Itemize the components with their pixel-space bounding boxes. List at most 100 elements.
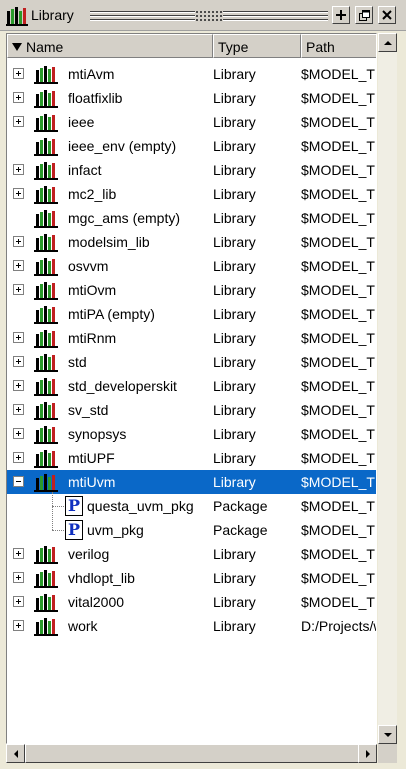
row-type: Library xyxy=(213,258,256,274)
library-books-icon xyxy=(33,280,61,300)
tree-row[interactable]: mgc_ams (empty) Library $MODEL_TECH/../mgc… xyxy=(7,206,376,230)
vertical-scrollbar[interactable] xyxy=(378,33,397,744)
tree-row[interactable]: vital2000 Library $MODEL_TECH/../vital2000 xyxy=(7,590,376,614)
window-title: Library xyxy=(31,7,74,23)
row-path: $MODEL_TECH/../ieee xyxy=(301,114,377,130)
tree-row[interactable]: vhdlopt_lib Library $MODEL_TECH/../vhdlopt… xyxy=(7,566,376,590)
library-books-icon xyxy=(33,232,61,252)
row-type: Library xyxy=(213,570,256,586)
tree-row[interactable]: std_developerskit Library $MODEL_TECH/../s… xyxy=(7,374,376,398)
tree-row[interactable]: osvvm Library $MODEL_TECH/../osvvm xyxy=(7,254,376,278)
row-path: $MODEL_TECH/../floatfixlib xyxy=(301,90,376,106)
tree-row[interactable]: mtiPA (empty) Library $MODEL_TECH/../pa_li… xyxy=(7,302,376,326)
undock-icon xyxy=(358,9,370,21)
tree-row[interactable]: infact Library $MODEL_TECH/../infact xyxy=(7,158,376,182)
expand-plus-icon[interactable] xyxy=(13,548,24,559)
expand-plus-icon[interactable] xyxy=(13,356,24,367)
tree-row[interactable]: sv_std Library $MODEL_TECH/../sv_std xyxy=(7,398,376,422)
expand-plus-icon[interactable] xyxy=(13,452,24,463)
row-type: Library xyxy=(213,354,256,370)
row-name: mtiAvm xyxy=(68,66,115,82)
row-path: $MODEL_TECH/../synopsys xyxy=(301,426,376,442)
column-header-path[interactable]: Path xyxy=(301,34,376,58)
expand-plus-icon[interactable] xyxy=(13,380,24,391)
expand-plus-icon[interactable] xyxy=(13,260,24,271)
expand-plus-icon[interactable] xyxy=(13,404,24,415)
tree-row[interactable]: ieee Library $MODEL_TECH/../ieee xyxy=(7,110,377,134)
library-books-icon xyxy=(33,136,61,156)
row-name: mgc_ams (empty) xyxy=(68,210,181,226)
library-books-icon xyxy=(33,448,61,468)
row-path: $MODEL_TECH/../sv_std xyxy=(301,402,376,418)
pin-button[interactable] xyxy=(332,6,350,24)
row-path: $MODEL_TECH/../uvm-1.1d xyxy=(301,498,376,514)
expand-plus-icon[interactable] xyxy=(13,284,24,295)
scroll-left-button[interactable] xyxy=(6,744,25,763)
tree-row[interactable]: floatfixlib Library $MODEL_TECH/../floatfi… xyxy=(7,86,376,110)
row-name: mtiOvm xyxy=(68,282,117,298)
expand-plus-icon[interactable] xyxy=(13,428,24,439)
column-header-type[interactable]: Type xyxy=(213,34,301,58)
package-p-icon: P xyxy=(65,496,83,516)
tree-row[interactable]: mc2_lib Library $MODEL_TECH/../mc2_lib xyxy=(7,182,376,206)
expand-plus-icon[interactable] xyxy=(13,92,24,103)
expand-plus-icon[interactable] xyxy=(13,116,24,127)
horizontal-scroll-thumb[interactable] xyxy=(25,744,361,763)
pin-icon xyxy=(336,10,346,20)
tree-connector-line xyxy=(52,492,53,530)
expand-plus-icon[interactable] xyxy=(13,572,24,583)
column-header: Name Type Path xyxy=(7,34,376,58)
close-button[interactable] xyxy=(378,6,396,24)
collapse-minus-icon[interactable] xyxy=(13,476,24,487)
horizontal-scrollbar[interactable] xyxy=(6,744,377,763)
row-type: Library xyxy=(213,378,256,394)
tree-row[interactable]: verilog Library $MODEL_TECH/../verilog xyxy=(7,542,376,566)
row-path: $MODEL_TECH/../vital2000 xyxy=(301,594,376,610)
row-type: Library xyxy=(213,90,256,106)
row-path: $MODEL_TECH/../std_developerskit xyxy=(301,378,376,394)
row-path: $MODEL_TECH/../mgc_ams xyxy=(301,210,376,226)
row-type: Library xyxy=(213,306,256,322)
scroll-down-button[interactable] xyxy=(378,725,397,744)
expand-plus-icon[interactable] xyxy=(13,188,24,199)
scroll-right-button[interactable] xyxy=(358,744,377,763)
tree-row[interactable]: mtiOvm Library $MODEL_TECH/../ovm-2.1.2 xyxy=(7,278,376,302)
tree-row[interactable]: mtiUPF Library $MODEL_TECH/../upf_lib xyxy=(7,446,376,470)
row-name: mtiUvm xyxy=(68,474,116,490)
tree-row[interactable]: ieee_env (empty) Library $MODEL_TECH/../ie… xyxy=(7,134,376,158)
row-path: $MODEL_TECH/../ovm-2.1.2 xyxy=(301,282,376,298)
expand-plus-icon[interactable] xyxy=(13,332,24,343)
expand-plus-icon[interactable] xyxy=(13,164,24,175)
column-path-label: Path xyxy=(306,39,335,55)
tree-row[interactable]: mtiAvm Library $MODEL_TECH/../avm xyxy=(7,62,376,86)
expand-plus-icon[interactable] xyxy=(13,620,24,631)
undock-button[interactable] xyxy=(355,6,373,24)
tree-row[interactable]: modelsim_lib Library $MODEL_TECH/../models… xyxy=(7,230,376,254)
tree-row[interactable]: work Library D:/Projects/work xyxy=(7,614,376,638)
column-header-name[interactable]: Name xyxy=(7,34,213,58)
row-name: synopsys xyxy=(68,426,127,442)
row-name: questa_uvm_pkg xyxy=(87,498,194,514)
row-type: Library xyxy=(213,114,256,130)
library-books-icon xyxy=(33,208,61,228)
tree-row[interactable]: std Library $MODEL_TECH/../std xyxy=(7,350,376,374)
tree-row[interactable]: mtiUvm Library $MODEL_TECH/../uvm-1.1d xyxy=(7,470,376,494)
row-path: $MODEL_TECH/../uvm-1.1d xyxy=(301,522,376,538)
row-name: sv_std xyxy=(68,402,109,418)
row-name: vhdlopt_lib xyxy=(68,570,135,586)
tree-row[interactable]: synopsys Library $MODEL_TECH/../synopsys xyxy=(7,422,376,446)
expand-plus-icon[interactable] xyxy=(13,236,24,247)
library-books-icon xyxy=(33,400,61,420)
row-type: Package xyxy=(213,522,268,538)
row-path: $MODEL_TECH/../osvvm xyxy=(301,258,376,274)
library-books-icon xyxy=(33,352,61,372)
row-name: mtiUPF xyxy=(68,450,115,466)
row-path: $MODEL_TECH/../upf_lib xyxy=(301,450,376,466)
sort-arrow-icon[interactable] xyxy=(12,43,22,51)
scroll-up-button[interactable] xyxy=(378,33,397,52)
expand-plus-icon[interactable] xyxy=(13,596,24,607)
expand-plus-icon[interactable] xyxy=(13,68,24,79)
close-icon xyxy=(382,10,392,20)
tree-row[interactable]: mtiRnm Library $MODEL_TECH/../rnm xyxy=(7,326,376,350)
row-name: uvm_pkg xyxy=(87,522,144,538)
